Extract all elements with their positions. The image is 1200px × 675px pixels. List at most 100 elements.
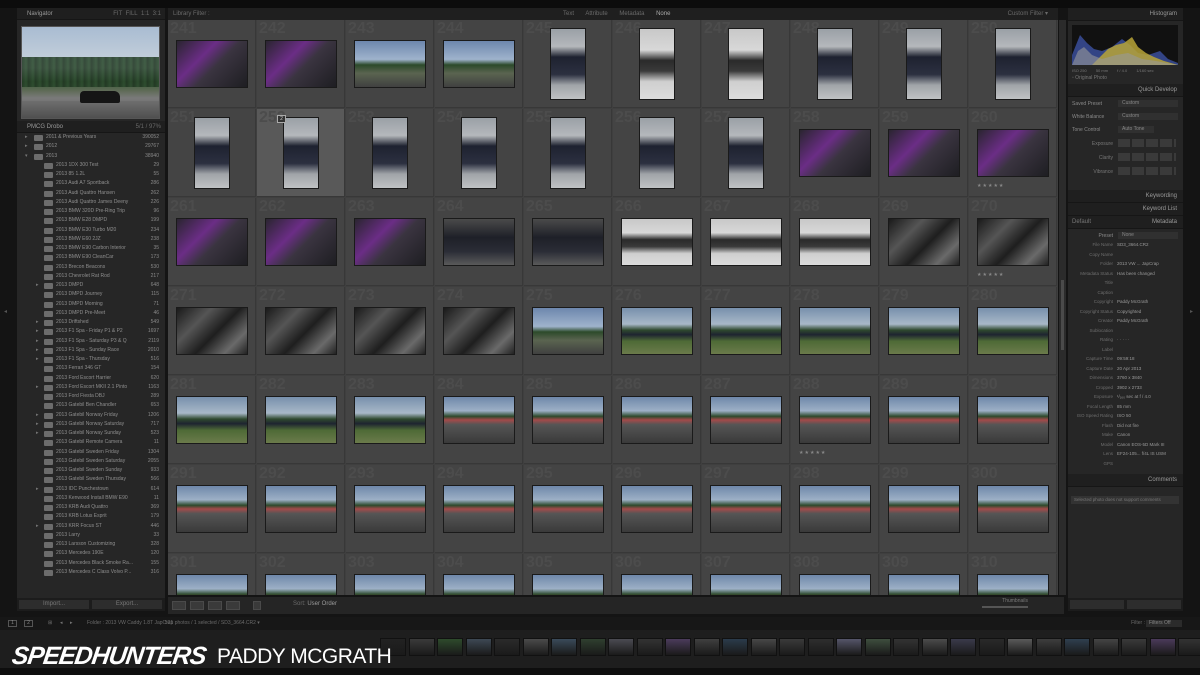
metadata-value[interactable]: Canon <box>1117 432 1130 437</box>
folder-row[interactable]: 2013 Gatebil Remote Camera 11 <box>17 438 165 447</box>
photo-thumbnail[interactable] <box>710 307 782 355</box>
filmstrip-thumbnail[interactable] <box>1121 638 1147 656</box>
vibrance-buttons[interactable] <box>1118 167 1176 175</box>
photo-thumbnail[interactable] <box>888 129 960 177</box>
photo-thumbnail[interactable] <box>888 574 960 595</box>
white-balance-select[interactable]: Custom <box>1118 113 1178 120</box>
filmstrip-thumbnail[interactable] <box>465 638 492 656</box>
disclosure-triangle-icon[interactable]: ▸ <box>36 318 39 327</box>
grid-cell[interactable]: 310 <box>969 554 1057 595</box>
grid-cell[interactable]: 260 ★★★★★ <box>969 109 1057 197</box>
photo-thumbnail[interactable] <box>354 218 426 266</box>
zoom-fill[interactable]: FILL <box>126 11 138 17</box>
metadata-value[interactable]: SD3_3664.CR2 <box>1117 242 1149 247</box>
filmstrip-thumbnail[interactable] <box>750 638 777 656</box>
folder-row[interactable]: ▸ 2012 29767 <box>17 142 165 151</box>
compare-view-icon[interactable] <box>208 601 222 610</box>
comments-header[interactable]: Comments <box>1068 474 1183 487</box>
photo-thumbnail[interactable] <box>532 307 604 355</box>
exposure-buttons[interactable] <box>1118 139 1176 147</box>
filmstrip-thumbnail[interactable] <box>1064 638 1090 656</box>
folder-row[interactable]: 2013 DMPD Morning 71 <box>17 300 165 309</box>
disclosure-triangle-icon[interactable]: ▸ <box>36 337 39 346</box>
photo-thumbnail[interactable] <box>728 117 764 189</box>
grid-cell[interactable]: 277 <box>702 287 790 375</box>
grid-cell[interactable]: 279 <box>880 287 968 375</box>
survey-view-icon[interactable] <box>226 601 240 610</box>
quick-develop-header[interactable]: Quick Develop <box>1068 84 1183 97</box>
folder-row[interactable]: ▸ 2013 Driftshed 549 <box>17 318 165 327</box>
folder-row[interactable]: 2013 KRB Audi Quattro 369 <box>17 503 165 512</box>
photo-thumbnail[interactable] <box>265 40 337 88</box>
disclosure-triangle-icon[interactable]: ▸ <box>25 133 28 142</box>
grid-cell[interactable]: 262 <box>257 198 345 286</box>
star-rating[interactable]: ★★★★★ <box>799 450 826 456</box>
grid-cell[interactable]: 244 <box>435 20 523 108</box>
photo-thumbnail[interactable] <box>532 218 604 266</box>
photo-thumbnail[interactable] <box>265 574 337 595</box>
metadata-value[interactable]: Has been changed <box>1117 271 1155 276</box>
folder-row[interactable]: ▸ 2013 F1 Spa - Friday P1 & P2 1697 <box>17 327 165 336</box>
grid-cell[interactable]: 295 <box>524 465 612 553</box>
metadata-value[interactable]: 09:59:18 <box>1117 356 1135 361</box>
metadata-value[interactable]: Copyrighted <box>1117 309 1141 314</box>
metadata-value[interactable]: 2013 VW ... JapCrap <box>1117 261 1159 266</box>
filmstrip-thumbnail[interactable] <box>893 638 919 656</box>
folder-row[interactable]: 2013 DMPD Pre-Meet 46 <box>17 309 165 318</box>
filmstrip-thumbnail[interactable] <box>408 638 435 656</box>
photo-thumbnail[interactable] <box>283 117 319 189</box>
folder-row[interactable]: 2013 Brecon Beacons 530 <box>17 263 165 272</box>
metadata-value[interactable]: 20 Apr 2013 <box>1117 366 1141 371</box>
import-button[interactable]: Import... <box>19 600 89 609</box>
folder-row[interactable]: 2013 Ford Escort Harrier 620 <box>17 374 165 383</box>
photo-thumbnail[interactable] <box>194 117 230 189</box>
filmstrip-thumbnail[interactable] <box>693 638 720 656</box>
photo-thumbnail[interactable] <box>372 117 408 189</box>
grid-cell[interactable]: 303 <box>346 554 434 595</box>
photo-thumbnail[interactable] <box>443 574 515 595</box>
folder-row[interactable]: 2013 Gatebil Ben Chandler 653 <box>17 401 165 410</box>
folder-row[interactable]: ▾ 2013 38940 <box>17 152 165 161</box>
photo-thumbnail[interactable] <box>710 218 782 266</box>
folder-row[interactable]: 2013 Chevrolet Rat Rod 217 <box>17 272 165 281</box>
metadata-value[interactable]: EF24-105... f/4L IS USM <box>1117 451 1166 456</box>
grid-cell[interactable]: 298 <box>791 465 879 553</box>
collection-header[interactable]: PMCG Drobo 5/1 / 97% <box>17 121 165 133</box>
stack-count-badge[interactable]: 2 <box>277 115 286 123</box>
photo-thumbnail[interactable] <box>550 28 586 100</box>
grid-cell[interactable]: 276 <box>613 287 701 375</box>
folder-row[interactable]: 2013 Ford Fiesta DBJ 289 <box>17 392 165 401</box>
folder-row[interactable]: 2013 Kenwood Install BMW E90 11 <box>17 494 165 503</box>
filmstrip-thumbnail[interactable] <box>437 638 463 656</box>
photo-thumbnail[interactable] <box>977 307 1049 355</box>
grid-cell[interactable]: 292 <box>257 465 345 553</box>
loupe-view-icon[interactable] <box>190 601 204 610</box>
photo-thumbnail[interactable] <box>443 40 515 88</box>
grid-cell[interactable]: 301 <box>168 554 256 595</box>
metadata-value[interactable]: 3760 x 3840 <box>1117 375 1142 380</box>
photo-thumbnail[interactable] <box>799 218 871 266</box>
folder-row[interactable]: ▸ 2013 Gatebil Norway Saturday 717 <box>17 420 165 429</box>
sync-metadata-button[interactable] <box>1070 600 1124 609</box>
photo-thumbnail[interactable] <box>621 218 693 266</box>
filmstrip-thumbnail[interactable] <box>551 638 577 656</box>
original-photo-checkbox[interactable]: ▫ Original Photo <box>1072 75 1107 81</box>
folder-row[interactable]: 2013 Ferrari 346 GT 154 <box>17 364 165 373</box>
disclosure-triangle-icon[interactable]: ▸ <box>36 411 39 420</box>
photo-thumbnail[interactable] <box>176 574 248 595</box>
grid-cell[interactable]: 307 <box>702 554 790 595</box>
grid-cell[interactable]: 266 <box>613 198 701 286</box>
folder-row[interactable]: 2013 BMW E28 DMPD 199 <box>17 216 165 225</box>
photo-thumbnail[interactable] <box>176 218 248 266</box>
grid-cell[interactable]: 265 <box>524 198 612 286</box>
folder-row[interactable]: ▸ 2011 & Previous Years 390052 <box>17 133 165 142</box>
folder-row[interactable]: ▸ 2013 KRR Focus ST 446 <box>17 522 165 531</box>
photo-thumbnail[interactable] <box>639 117 675 189</box>
folder-row[interactable]: ▸ 2013 F1 Spa - Thursday 516 <box>17 355 165 364</box>
filmstrip-thumbnail[interactable] <box>665 638 691 656</box>
folder-row[interactable]: 2013 Larry 33 <box>17 531 165 540</box>
grid-cell[interactable]: 255 <box>524 109 612 197</box>
filmstrip-thumbnail[interactable] <box>836 638 862 656</box>
grid-cell[interactable]: 250 <box>969 20 1057 108</box>
photo-thumbnail[interactable] <box>443 485 515 533</box>
